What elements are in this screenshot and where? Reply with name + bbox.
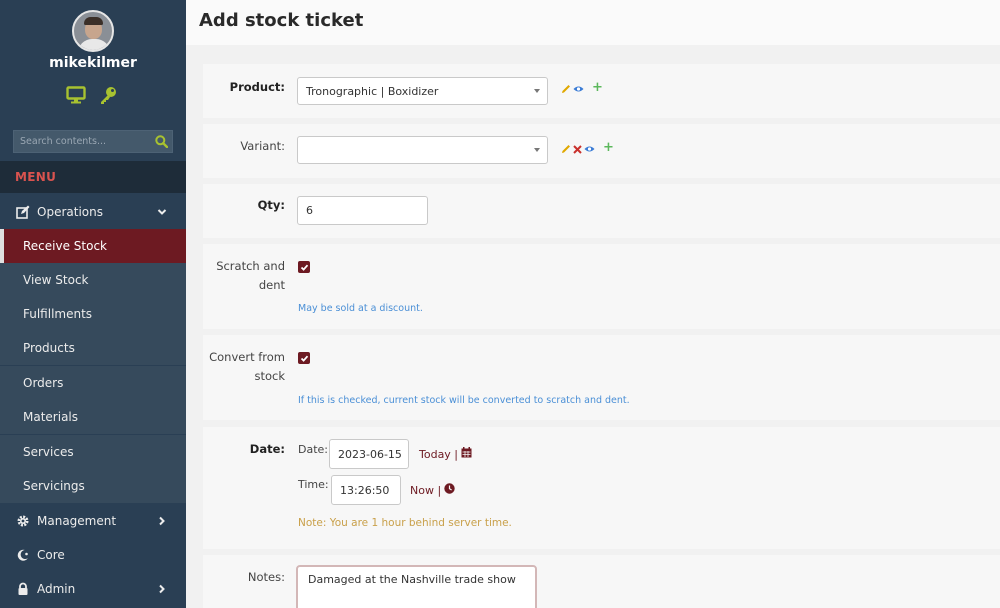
form-row-product: Product: Tronographic | Boxidizer + <box>203 64 1000 118</box>
sidebar-item-materials[interactable]: Materials <box>0 400 186 434</box>
moon-star-icon <box>15 547 31 563</box>
date-row-label: Date: <box>249 442 285 456</box>
nav-group-operations[interactable]: Operations <box>0 195 186 229</box>
qty-input[interactable]: 6 <box>297 196 428 225</box>
scratch-dent-help: May be sold at a discount. <box>298 303 423 314</box>
chevron-right-icon <box>157 583 167 597</box>
qty-input-value: 6 <box>306 204 313 217</box>
gear-icon <box>15 513 31 529</box>
nav-group-label: Admin <box>37 582 76 596</box>
time-input[interactable]: 13:26:50 <box>331 475 401 505</box>
notes-textarea-value: Damaged at the Nashville trade show <box>308 573 516 586</box>
key-icon[interactable] <box>98 85 118 107</box>
sidebar: mikekilmer MENU <box>0 0 186 608</box>
product-actions <box>561 83 584 97</box>
date-sub-label: Date: <box>298 443 328 456</box>
form-row-qty: Qty: 6 <box>203 184 1000 238</box>
add-variant-icon[interactable]: + <box>603 140 614 155</box>
add-product-icon[interactable]: + <box>592 80 603 95</box>
search-icon[interactable] <box>150 131 172 152</box>
notes-textarea[interactable]: Damaged at the Nashville trade show <box>296 565 537 608</box>
sidebar-item-servicings[interactable]: Servicings <box>0 469 186 503</box>
convert-label-line1: Convert from <box>209 350 285 364</box>
sidebar-item-receive-stock[interactable]: Receive Stock <box>0 229 186 263</box>
today-link[interactable]: Today | <box>419 447 472 461</box>
sidebar-item-view-stock[interactable]: View Stock <box>0 263 186 297</box>
sidebar-item-label: Orders <box>23 376 64 390</box>
date-input[interactable]: 2023-06-15 <box>329 439 409 469</box>
nav-group-core[interactable]: Core <box>0 538 186 572</box>
avatar[interactable] <box>72 10 114 52</box>
sidebar-item-label: Fulfillments <box>23 307 93 321</box>
sidebar-item-orders[interactable]: Orders <box>0 366 186 400</box>
time-sub-label: Time: <box>298 478 329 491</box>
scratch-dent-checkbox[interactable] <box>298 261 310 273</box>
today-link-label: Today | <box>419 447 459 461</box>
variant-actions <box>561 143 595 157</box>
convert-label-line2: stock <box>254 369 285 383</box>
main-content: Add stock ticket Product: Tronographic |… <box>186 0 1000 608</box>
convert-checkbox[interactable] <box>298 352 310 364</box>
form-row-scratch-dent: Scratch and dent May be sold at a discou… <box>203 244 1000 329</box>
variant-label: Variant: <box>240 139 285 153</box>
edit-icon <box>15 204 31 220</box>
sidebar-item-label: Products <box>23 341 75 355</box>
sidebar-item-label: Materials <box>23 410 79 424</box>
sidebar-item-label: Services <box>23 445 74 459</box>
calendar-icon <box>461 447 472 461</box>
qty-label: Qty: <box>257 198 285 212</box>
nav-group-label: Core <box>37 548 65 562</box>
sidebar-item-label: Receive Stock <box>23 239 108 253</box>
form-row-convert: Convert from stock If this is checked, c… <box>203 335 1000 420</box>
form-row-date: Date: Date: 2023-06-15 Today | Time: 13:… <box>203 427 1000 549</box>
pencil-icon[interactable] <box>561 143 571 157</box>
nav-group-label: Operations <box>37 205 103 219</box>
notes-label: Notes: <box>247 570 285 584</box>
timezone-note: Note: You are 1 hour behind server time. <box>298 517 512 529</box>
time-input-value: 13:26:50 <box>340 483 390 497</box>
now-link-label: Now | <box>410 483 442 497</box>
pencil-icon[interactable] <box>561 83 571 97</box>
menu-header: MENU <box>0 161 186 193</box>
sidebar-item-services[interactable]: Services <box>0 435 186 469</box>
date-input-value: 2023-06-15 <box>338 447 402 461</box>
quick-icons <box>66 85 118 107</box>
eye-icon[interactable] <box>584 143 595 157</box>
username[interactable]: mikekilmer <box>0 55 186 71</box>
nav-group-label: Management <box>37 514 117 528</box>
sidebar-item-label: Servicings <box>23 479 85 493</box>
chevron-right-icon <box>157 515 167 529</box>
page-title: Add stock ticket <box>199 10 364 31</box>
form-row-variant: Variant: + <box>203 124 1000 178</box>
product-select[interactable]: Tronographic | Boxidizer <box>297 77 548 105</box>
chevron-down-icon <box>157 206 167 220</box>
sidebar-item-products[interactable]: Products <box>0 331 186 365</box>
caret-down-icon <box>534 89 540 93</box>
now-link[interactable]: Now | <box>410 483 455 497</box>
nav-group-admin[interactable]: Admin <box>0 572 186 606</box>
lock-icon <box>15 581 31 597</box>
product-label: Product: <box>229 80 285 94</box>
search-input[interactable] <box>14 136 150 147</box>
monitor-icon[interactable] <box>66 85 86 107</box>
scratch-dent-label-line2: dent <box>258 278 285 292</box>
sidebar-item-label: View Stock <box>23 273 89 287</box>
variant-select[interactable] <box>297 136 548 164</box>
product-select-value: Tronographic | Boxidizer <box>306 84 439 98</box>
convert-help: If this is checked, current stock will b… <box>298 395 630 406</box>
form-row-notes: Notes: Damaged at the Nashville trade sh… <box>203 555 1000 608</box>
caret-down-icon <box>534 148 540 152</box>
nav-group-management[interactable]: Management <box>0 504 186 538</box>
delete-icon[interactable] <box>573 143 582 157</box>
sidebar-item-fulfillments[interactable]: Fulfillments <box>0 297 186 331</box>
eye-icon[interactable] <box>573 83 584 97</box>
search-box <box>13 130 173 153</box>
scratch-dent-label-line1: Scratch and <box>216 259 285 273</box>
clock-icon <box>444 483 455 497</box>
